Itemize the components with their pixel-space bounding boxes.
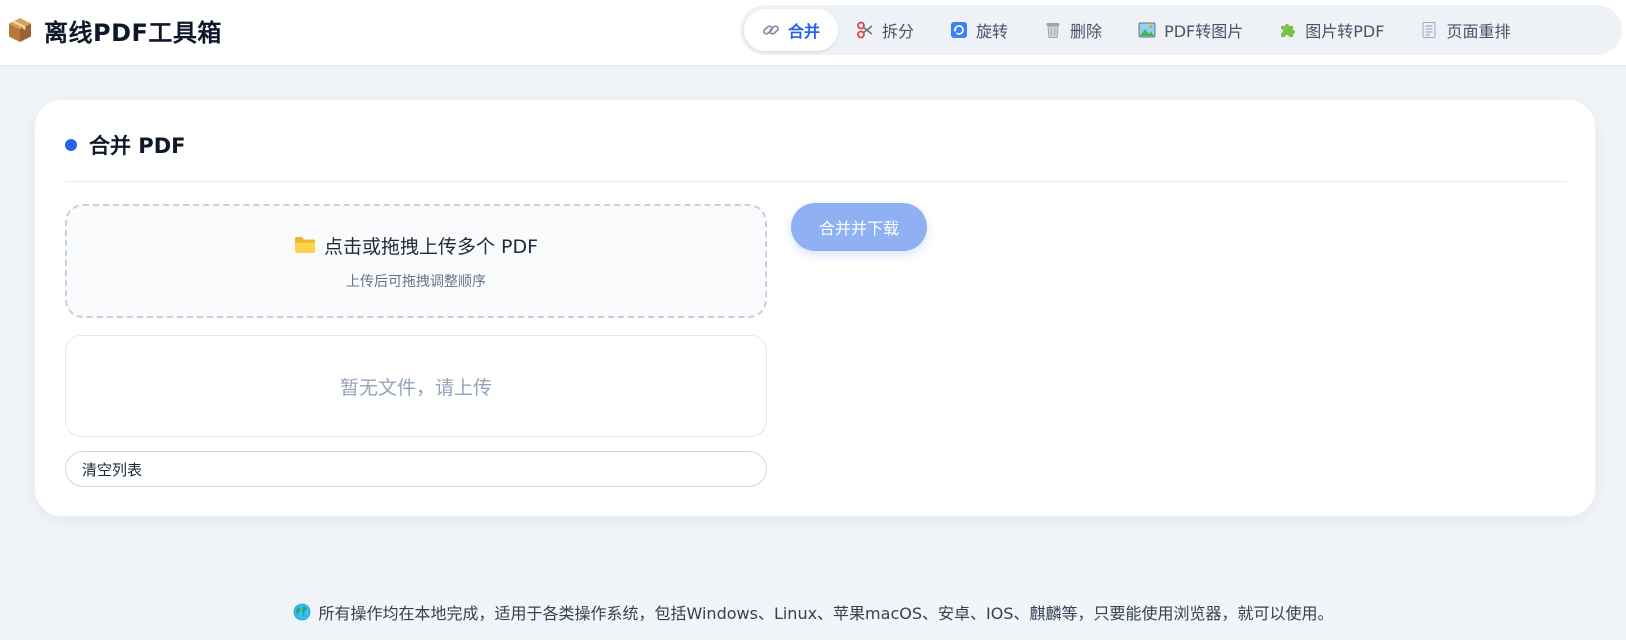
tab-rotate[interactable]: 旋转 bbox=[932, 9, 1026, 51]
folder-icon bbox=[294, 235, 316, 255]
tab-delete-label: 删除 bbox=[1070, 22, 1103, 41]
header-divider bbox=[65, 181, 1567, 182]
tab-split-label: 拆分 bbox=[882, 22, 915, 41]
upload-hint: 上传后可拖拽调整顺序 bbox=[346, 273, 486, 290]
scissors-icon bbox=[856, 21, 874, 39]
merge-download-button[interactable]: 合并并下载 bbox=[791, 203, 927, 251]
tab-split[interactable]: 拆分 bbox=[838, 9, 932, 51]
brand: 离线PDF工具箱 bbox=[6, 12, 222, 48]
clear-list-button[interactable]: 清空列表 bbox=[65, 451, 767, 487]
tab-reorder-pages-label: 页面重排 bbox=[1446, 22, 1511, 41]
trash-icon bbox=[1044, 21, 1062, 39]
empty-list-text: 暂无文件，请上传 bbox=[339, 376, 492, 399]
tab-merge[interactable]: 合并 bbox=[744, 9, 839, 51]
package-icon bbox=[6, 16, 34, 44]
tab-pdf-to-image[interactable]: PDF转图片 bbox=[1120, 9, 1261, 51]
document-icon bbox=[1420, 21, 1438, 39]
title-dot bbox=[65, 139, 77, 151]
tab-pdf-to-image-label: PDF转图片 bbox=[1164, 22, 1244, 41]
link-icon bbox=[762, 21, 780, 39]
puzzle-icon bbox=[1279, 21, 1297, 39]
tab-image-to-pdf-label: 图片转PDF bbox=[1305, 22, 1385, 41]
footer-note: 所有操作均在本地完成，适用于各类操作系统，包括Windows、Linux、苹果m… bbox=[0, 598, 1626, 626]
globe-icon bbox=[293, 603, 311, 621]
rotate-icon bbox=[950, 21, 968, 39]
file-list: 暂无文件，请上传 bbox=[65, 335, 767, 437]
tab-reorder-pages[interactable]: 页面重排 bbox=[1402, 9, 1528, 51]
tab-image-to-pdf[interactable]: 图片转PDF bbox=[1261, 9, 1402, 51]
footer-text: 所有操作均在本地完成，适用于各类操作系统，包括Windows、Linux、苹果m… bbox=[318, 604, 1334, 623]
tab-merge-label: 合并 bbox=[788, 22, 821, 41]
panel-title: 合并 PDF bbox=[89, 134, 186, 158]
tab-delete[interactable]: 删除 bbox=[1026, 9, 1120, 51]
merge-panel: 合并 PDF 点击或拖拽上传多个 PDF 上传后可拖拽调整顺序 暂无文件，请上传… bbox=[34, 99, 1596, 517]
image-icon bbox=[1138, 21, 1156, 39]
top-header: 离线PDF工具箱 合并 拆分 旋转 删除 PDF转图片 图片转PDF 页面重排 bbox=[0, 0, 1626, 66]
panel-header: 合并 PDF bbox=[65, 130, 185, 160]
app-title: 离线PDF工具箱 bbox=[44, 18, 222, 47]
upload-prompt: 点击或拖拽上传多个 PDF bbox=[294, 232, 538, 259]
upload-main-label: 点击或拖拽上传多个 PDF bbox=[323, 235, 539, 258]
pdf-upload-dropzone[interactable]: 点击或拖拽上传多个 PDF 上传后可拖拽调整顺序 bbox=[65, 204, 767, 318]
tool-nav: 合并 拆分 旋转 删除 PDF转图片 图片转PDF 页面重排 bbox=[740, 5, 1622, 55]
tab-rotate-label: 旋转 bbox=[976, 22, 1009, 41]
